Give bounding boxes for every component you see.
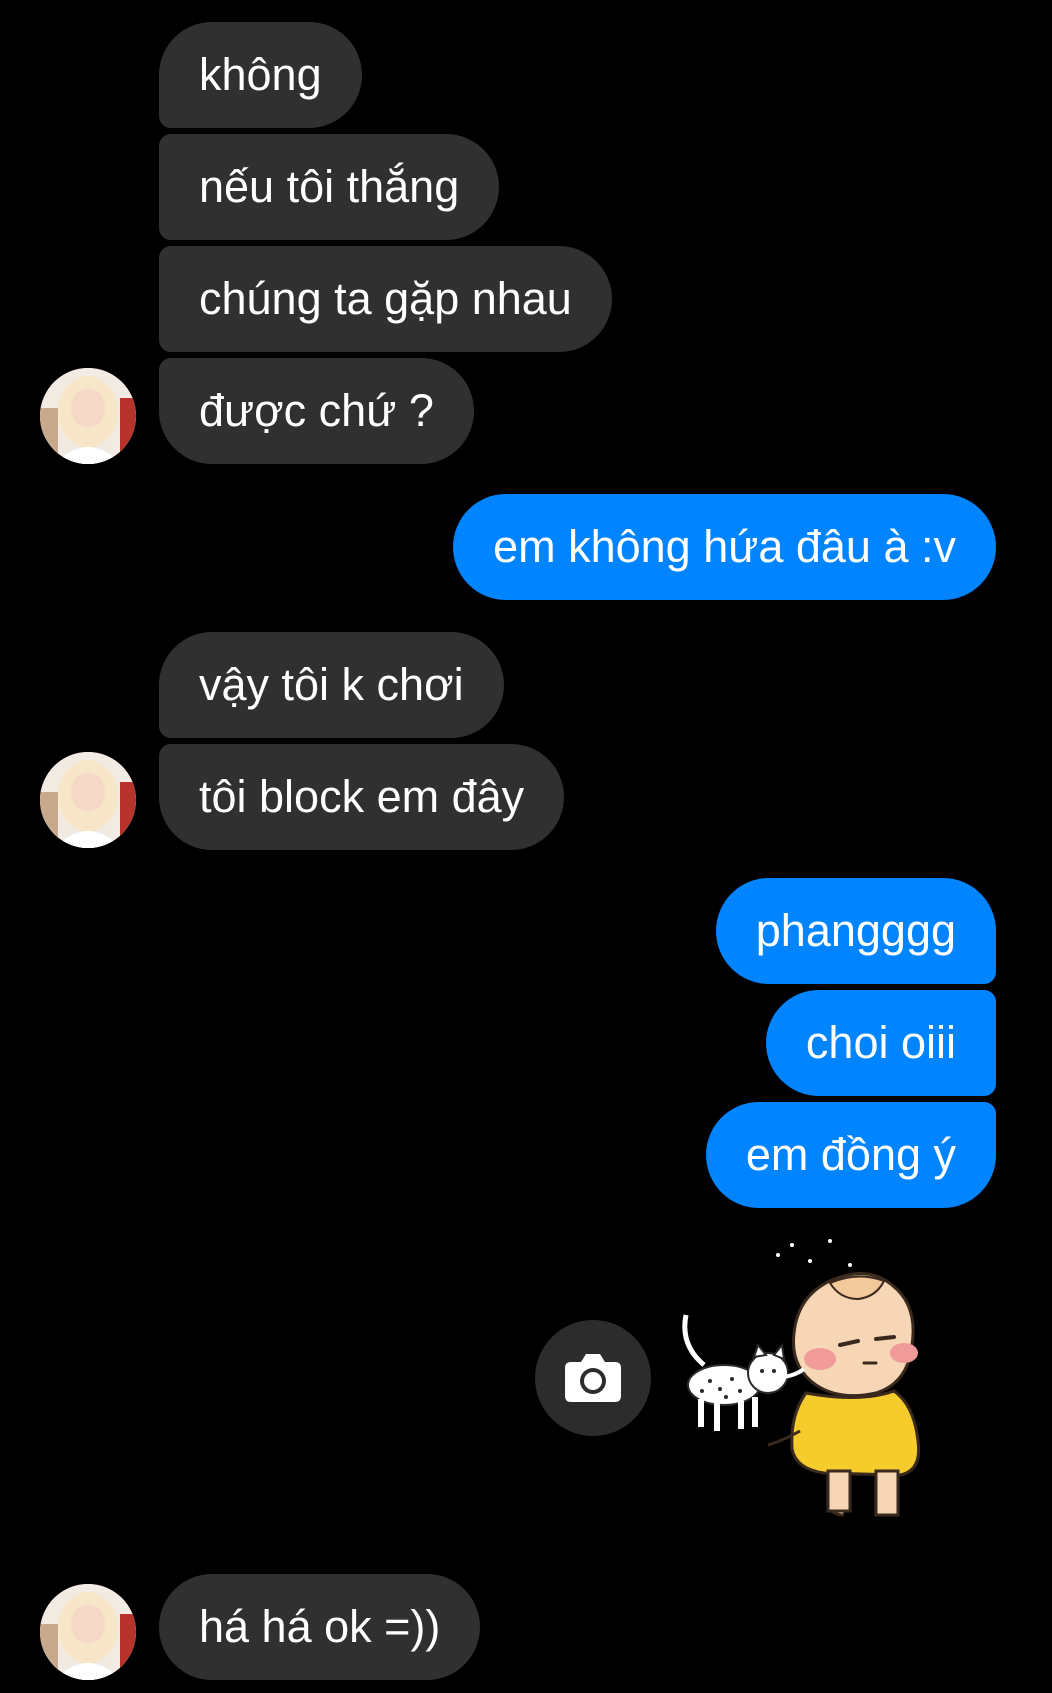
avatar-photo-icon	[40, 752, 136, 848]
contact-avatar[interactable]	[40, 752, 136, 848]
avatar-photo-icon	[40, 368, 136, 464]
message-bubble-outgoing[interactable]: choi oiii	[765, 990, 996, 1096]
message-bubble-incoming[interactable]: nếu tôi thắng	[159, 134, 500, 240]
message-bubble-incoming[interactable]: vậy tôi k chơi	[159, 632, 504, 738]
baby-with-cat-sticker-icon	[682, 1239, 921, 1517]
message-bubble-incoming[interactable]: tôi block em đây	[159, 744, 565, 850]
contact-avatar[interactable]	[40, 368, 136, 464]
camera-icon	[565, 1354, 621, 1402]
message-bubble-incoming[interactable]: há há ok =))	[159, 1574, 481, 1680]
avatar-photo-icon	[40, 1584, 136, 1680]
message-bubble-incoming[interactable]: không	[159, 22, 362, 128]
contact-avatar[interactable]	[40, 1584, 136, 1680]
message-bubble-incoming[interactable]: được chứ ?	[159, 358, 474, 464]
message-bubble-outgoing[interactable]: em đồng ý	[705, 1102, 996, 1208]
camera-button[interactable]	[535, 1320, 651, 1436]
message-bubble-outgoing[interactable]: phangggg	[715, 878, 996, 984]
sticker-message[interactable]	[680, 1235, 990, 1530]
message-bubble-incoming[interactable]: chúng ta gặp nhau	[159, 246, 612, 352]
message-bubble-outgoing[interactable]: em không hứa đâu à :v	[453, 494, 996, 600]
